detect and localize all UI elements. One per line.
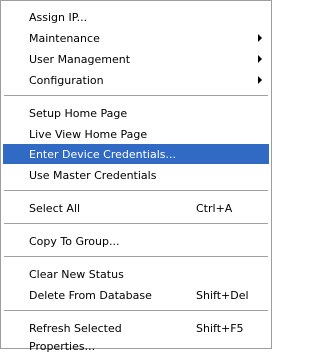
menu-separator: [4, 190, 268, 191]
menu-item-label: Properties...: [29, 339, 96, 353]
menu-item-label: Setup Home Page: [29, 106, 128, 120]
menu-item-label: Use Master Credentials: [29, 168, 157, 182]
menu-item-live-view-home-page[interactable]: Live View Home Page: [3, 124, 269, 144]
menu-item-setup-home-page[interactable]: Setup Home Page: [3, 103, 269, 123]
menu-item-maintenance[interactable]: Maintenance: [3, 28, 269, 48]
menu-item-enter-device-credentials[interactable]: Enter Device Credentials...: [3, 144, 269, 164]
submenu-arrow-icon: [258, 76, 262, 84]
menu-item-configuration[interactable]: Configuration: [3, 70, 269, 90]
menu-item-label: Delete From Database: [29, 288, 152, 302]
menu-item-label: Configuration: [29, 73, 104, 87]
menu-item-user-management[interactable]: User Management: [3, 49, 269, 69]
menu-item-use-master-credentials[interactable]: Use Master Credentials: [3, 165, 269, 185]
menu-item-label: Refresh Selected: [29, 321, 122, 335]
menu-item-label: Copy To Group...: [29, 234, 120, 248]
menu-item-delete-from-database[interactable]: Delete From Database Shift+Del: [3, 285, 269, 305]
menu-item-label: Select All: [29, 201, 81, 215]
menu-item-refresh-selected[interactable]: Refresh Selected Shift+F5: [3, 318, 269, 338]
menu-item-shortcut: Shift+F5: [196, 321, 244, 335]
menu-item-shortcut: Shift+Del: [196, 288, 249, 302]
menu-item-shortcut: Ctrl+A: [196, 201, 233, 215]
menu-item-label: Assign IP...: [29, 10, 88, 24]
menu-item-label: Enter Device Credentials...: [29, 147, 176, 161]
menu-separator: [4, 256, 268, 257]
menu-separator: [4, 223, 268, 224]
menu-item-label: Maintenance: [29, 31, 100, 45]
menu-item-label: Clear New Status: [29, 267, 124, 281]
menu-item-select-all[interactable]: Select All Ctrl+A: [3, 198, 269, 218]
context-menu: Assign IP... Maintenance User Management…: [0, 0, 272, 353]
menu-item-copy-to-group[interactable]: Copy To Group...: [3, 231, 269, 251]
menu-item-label: User Management: [29, 52, 131, 66]
submenu-arrow-icon: [258, 34, 262, 42]
menu-item-properties[interactable]: Properties...: [3, 336, 269, 356]
menu-item-clear-new-status[interactable]: Clear New Status: [3, 264, 269, 284]
submenu-arrow-icon: [258, 55, 262, 63]
menu-separator: [4, 310, 268, 311]
menu-separator: [4, 95, 268, 96]
menu-item-assign-ip[interactable]: Assign IP...: [3, 7, 269, 27]
menu-item-label: Live View Home Page: [29, 127, 148, 141]
